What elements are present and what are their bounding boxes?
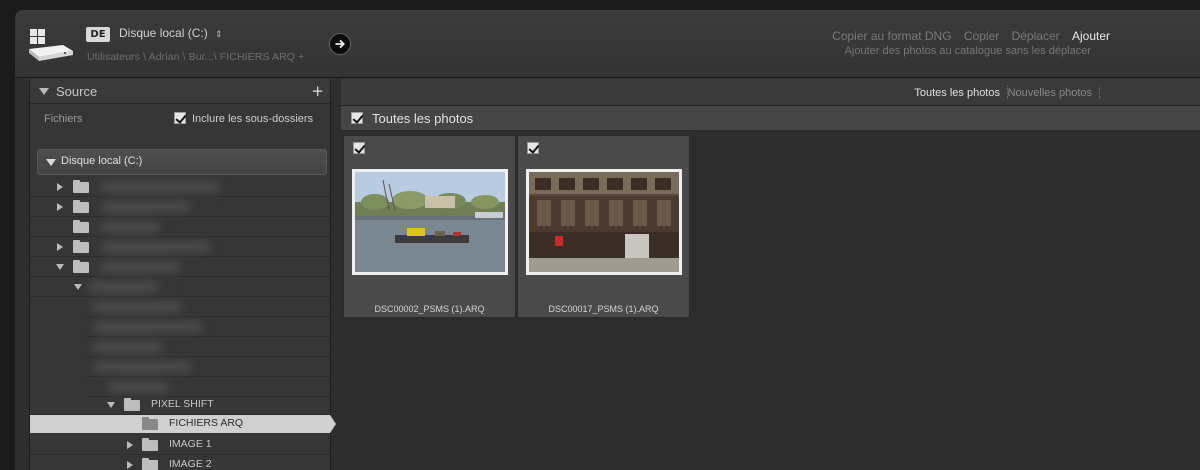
- filter-separator: [1099, 86, 1100, 99]
- source-panel: Source + Fichiers Inclure les sous-dossi…: [29, 79, 336, 470]
- redacted-folder-name: [100, 181, 220, 193]
- source-selector[interactable]: Disque local (C:) ⇕: [119, 26, 223, 40]
- redacted-folder-name: [100, 221, 160, 233]
- photo-thumbnail[interactable]: [526, 169, 682, 275]
- breadcrumb[interactable]: Utilisateurs \ Adrian \ Bur...\ FICHIERS…: [87, 51, 304, 63]
- hard-drive-icon[interactable]: [27, 27, 75, 63]
- folder-icon: [73, 180, 89, 193]
- redacted-folder-name: [92, 341, 162, 353]
- folder-row-image-1[interactable]: IMAGE 1: [30, 435, 330, 455]
- folder-row[interactable]: [30, 237, 330, 257]
- import-window: DE Disque local (C:) ⇕ Utilisateurs \ Ad…: [15, 10, 1200, 470]
- folder-icon: [142, 417, 158, 430]
- volume-name: Disque local (C:): [61, 155, 143, 167]
- folder-row-image-2[interactable]: IMAGE 2: [30, 455, 330, 470]
- redacted-folder-name: [92, 301, 182, 313]
- mode-copy-dng[interactable]: Copier au format DNG: [832, 29, 951, 43]
- mode-move[interactable]: Déplacer: [1012, 29, 1060, 43]
- arrow-right-circle-icon[interactable]: [329, 33, 351, 55]
- chevron-updown-icon: ⇕: [215, 29, 223, 39]
- filter-all-photos[interactable]: Toutes les photos: [914, 87, 1000, 99]
- photo-cell[interactable]: DSC00017_PSMS (1).ARQ: [517, 135, 690, 318]
- folder-row[interactable]: [88, 297, 330, 317]
- folder-icon: [73, 200, 89, 213]
- mode-copy[interactable]: Copier: [964, 29, 999, 43]
- filter-new-photos[interactable]: Nouvelles photos: [1008, 87, 1092, 99]
- redacted-folder-name: [100, 241, 210, 253]
- folder-row-pixel-shift[interactable]: PIXEL SHIFT: [30, 395, 330, 415]
- source-panel-header[interactable]: Source +: [30, 79, 330, 104]
- folder-icon: [142, 438, 158, 451]
- folder-label: IMAGE 2: [169, 458, 212, 470]
- language-badge: DE: [86, 27, 110, 42]
- redacted-folder-name: [100, 201, 190, 213]
- import-header: DE Disque local (C:) ⇕ Utilisateurs \ Ad…: [15, 10, 1200, 78]
- folder-row[interactable]: [30, 277, 330, 297]
- volume-disque-local[interactable]: Disque local (C:): [37, 149, 327, 175]
- mode-add[interactable]: Ajouter: [1072, 29, 1110, 43]
- river-photo-image: [355, 172, 505, 272]
- folder-icon: [73, 240, 89, 253]
- expand-arrow-icon[interactable]: [127, 461, 133, 469]
- import-mode-selector: Copier au format DNG Copier Déplacer Ajo…: [823, 29, 1110, 43]
- collapse-triangle-icon[interactable]: [39, 88, 49, 95]
- folder-row[interactable]: [30, 257, 330, 277]
- expand-arrow-icon[interactable]: [57, 183, 63, 191]
- photo-filename: DSC00002_PSMS (1).ARQ: [374, 304, 485, 314]
- redacted-folder-name: [92, 361, 192, 373]
- include-subfolders-checkbox[interactable]: [174, 112, 186, 124]
- files-options-row: Fichiers Inclure les sous-dossiers: [30, 104, 330, 134]
- redacted-folder-name: [108, 381, 168, 393]
- folder-row[interactable]: [88, 377, 330, 397]
- expand-arrow-icon[interactable]: [57, 203, 63, 211]
- folder-icon: [124, 398, 140, 411]
- photo-cell[interactable]: DSC00002_PSMS (1).ARQ: [343, 135, 516, 318]
- mode-description: Ajouter des photos au catalogue sans les…: [844, 45, 1091, 57]
- photo-grid-area: Toutes les photos Nouvelles photos Toute…: [341, 79, 1200, 470]
- folder-row-fichiers-arq[interactable]: FICHIERS ARQ: [30, 415, 330, 433]
- grid-title: Toutes les photos: [372, 111, 474, 126]
- folder-icon: [73, 220, 89, 233]
- select-all-checkbox[interactable]: [351, 112, 363, 124]
- folder-row[interactable]: [30, 177, 330, 197]
- collapse-arrow-icon[interactable]: [107, 402, 115, 408]
- expand-triangle-icon[interactable]: [46, 159, 56, 166]
- expand-arrow-icon[interactable]: [57, 243, 63, 251]
- photo-thumbnail[interactable]: [352, 169, 508, 275]
- redacted-folder-name: [100, 261, 180, 273]
- folder-label: PIXEL SHIFT: [151, 398, 214, 410]
- folder-row[interactable]: [88, 337, 330, 357]
- collapse-arrow-icon[interactable]: [56, 264, 64, 270]
- folder-row[interactable]: [30, 217, 330, 237]
- photo-checkbox[interactable]: [527, 142, 539, 154]
- include-subfolders-label[interactable]: Inclure les sous-dossiers: [192, 113, 313, 125]
- folder-row[interactable]: [88, 357, 330, 377]
- folder-row[interactable]: [88, 317, 330, 337]
- collapse-arrow-icon[interactable]: [74, 284, 82, 290]
- filter-bar: Toutes les photos Nouvelles photos: [341, 79, 1200, 106]
- folder-label: IMAGE 1: [169, 438, 212, 450]
- building-facade-image: [529, 172, 679, 272]
- files-label: Fichiers: [44, 113, 83, 125]
- redacted-folder-name: [92, 321, 202, 333]
- expand-arrow-icon[interactable]: [127, 441, 133, 449]
- source-title: Disque local (C:): [119, 26, 208, 40]
- add-source-icon[interactable]: +: [311, 82, 324, 100]
- photo-checkbox[interactable]: [353, 142, 365, 154]
- selection-pointer: [330, 415, 336, 433]
- folder-label: FICHIERS ARQ: [169, 417, 244, 429]
- redacted-folder-name: [88, 281, 158, 293]
- folder-row[interactable]: [30, 197, 330, 217]
- photo-filename: DSC00017_PSMS (1).ARQ: [548, 304, 659, 314]
- folder-icon: [73, 260, 89, 273]
- folder-icon: [142, 458, 158, 470]
- grid-title-bar: Toutes les photos: [341, 106, 1200, 131]
- source-panel-title: Source: [56, 84, 98, 99]
